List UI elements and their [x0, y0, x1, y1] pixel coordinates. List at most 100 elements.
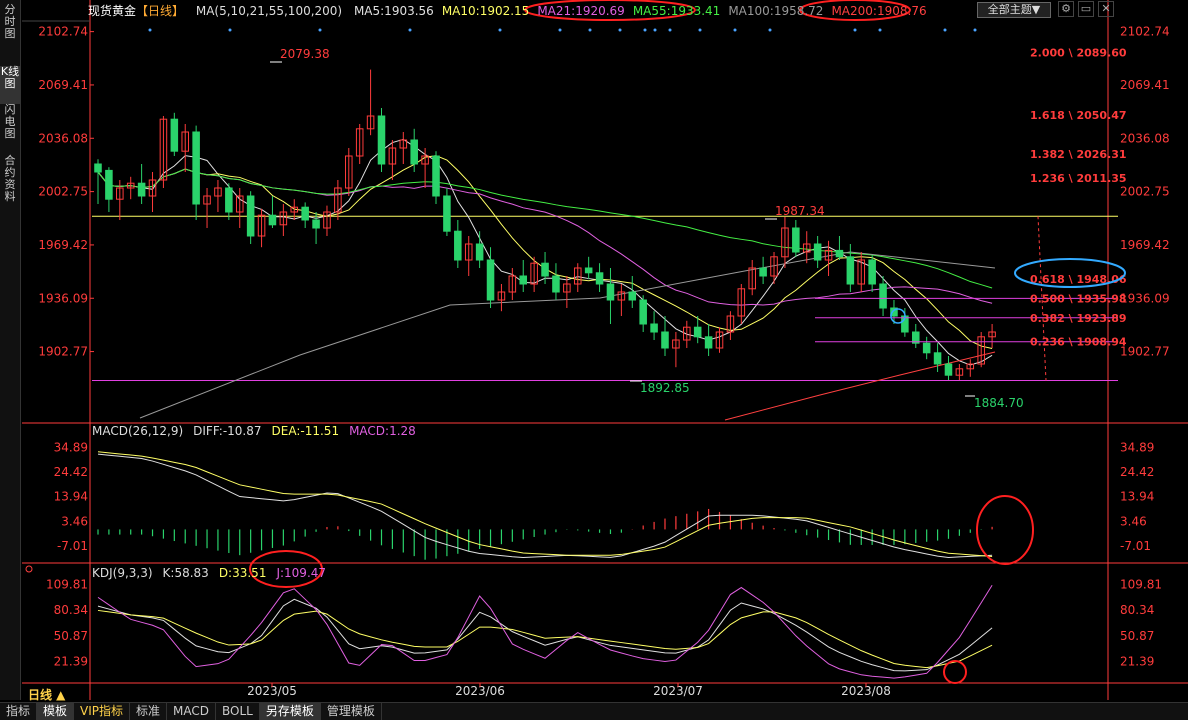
fib-label-5: 0.500 \ 1935.98 — [1030, 292, 1127, 305]
price-tick-right-5: 1936.09 — [1120, 291, 1170, 305]
annot-high: 2079.38 — [280, 47, 330, 61]
candle-body-69 — [846, 256, 855, 285]
bottom-toolbar: 指标 模板 VIP指标 标准 MACD BOLL 另存模板 管理模板 — [0, 702, 1188, 720]
candle-body-76 — [922, 342, 931, 354]
bottom-tab-save-template[interactable]: 另存模板 — [259, 703, 321, 720]
macd-tick-left-3: 3.46 — [61, 514, 88, 528]
ma-value-1: MA10:1902.15 — [441, 4, 530, 18]
macd-tick-left-0: 34.89 — [54, 440, 88, 454]
event-dot-10 — [668, 28, 672, 32]
tab-timeshare[interactable]: 分时图 — [0, 4, 20, 42]
price-tick-right-3: 2002.75 — [1120, 185, 1170, 199]
bottom-tab-vip[interactable]: VIP指标 — [74, 703, 131, 720]
candle-body-47 — [606, 283, 615, 301]
event-dot-12 — [733, 28, 737, 32]
price-tick-right-0: 2102.74 — [1120, 25, 1170, 39]
ma-line-200 — [724, 351, 996, 421]
candle-body-26 — [377, 115, 386, 165]
price-tick-left-0: 2102.74 — [38, 25, 88, 39]
price-tick-left-6: 1902.77 — [38, 345, 88, 359]
bottom-tab-template[interactable]: 模板 — [37, 703, 75, 720]
macd-tick-left-4: -7.01 — [57, 539, 88, 553]
candle-body-50 — [639, 299, 647, 325]
candle-body-33 — [454, 230, 462, 261]
candle-body-19 — [301, 206, 309, 221]
event-dot-1 — [228, 28, 232, 32]
tab-kline[interactable]: K线图 — [0, 66, 20, 104]
price-tick-left-5: 1936.09 — [38, 291, 88, 305]
kdj-j: J:109.47 — [276, 566, 327, 580]
bottom-tab-macd[interactable]: MACD — [167, 703, 217, 720]
event-dot-5 — [558, 28, 562, 32]
candle-body-29 — [410, 139, 418, 165]
close-icon[interactable]: ✕ — [1098, 1, 1114, 17]
ma-value-4: MA100:1958.72 — [728, 4, 824, 18]
candle-body-36 — [486, 259, 495, 301]
event-dot-15 — [878, 28, 882, 32]
kdj-info: KDJ(9,3,3) K:58.83 D:33.51 J:109.47 — [92, 566, 336, 580]
period-tag: 【日线】 — [136, 4, 185, 18]
kdj-marker-icon — [25, 565, 33, 573]
bottom-tab-boll[interactable]: BOLL — [216, 703, 260, 720]
left-tab-strip: 分时图 K线图 闪电图 合约资料 — [0, 0, 21, 700]
macd-diff: DIFF:-10.87 — [193, 424, 262, 438]
macd-tick-right-1: 24.42 — [1120, 465, 1154, 479]
theme-dropdown[interactable]: 全部主题▼ — [977, 2, 1051, 18]
layout-icon[interactable]: ▭ — [1078, 1, 1094, 17]
kdj-tick-left-0: 109.81 — [46, 578, 88, 592]
fib-label-1: 1.618 \ 2050.47 — [1030, 109, 1127, 122]
event-dot-4 — [498, 28, 502, 32]
candle-body-42 — [552, 275, 560, 293]
ma-value-0: MA5:1903.56 — [353, 4, 434, 18]
candle-body-64 — [792, 227, 800, 253]
candle-body-52 — [661, 331, 669, 349]
symbol-name: 现货黄金 — [88, 4, 137, 18]
event-dot-7 — [618, 28, 622, 32]
event-dot-8 — [643, 28, 647, 32]
macd-info: MACD(26,12,9) DIFF:-10.87 DEA:-11.51 MACD:1… — [92, 424, 426, 438]
tab-contract-info[interactable]: 合约资料 — [0, 155, 20, 213]
candle-body-32 — [443, 195, 451, 232]
macd-label: MACD(26,12,9) — [92, 424, 184, 438]
event-dot-11 — [698, 28, 702, 32]
kdj-j-line — [97, 584, 993, 679]
kdj-k-line — [97, 598, 993, 672]
annot-mid-high: 1987.34 — [775, 204, 825, 218]
event-dot-0 — [148, 28, 152, 32]
macd-diff-line — [97, 453, 993, 559]
bottom-tab-standard[interactable]: 标准 — [130, 703, 168, 720]
bottom-tab-manage-template[interactable]: 管理模板 — [321, 703, 382, 720]
macd-tick-left-2: 13.94 — [54, 490, 88, 504]
candle-body-61 — [759, 267, 767, 277]
candle-body-51 — [650, 323, 658, 333]
fib-label-2: 1.382 \ 2026.31 — [1030, 148, 1127, 161]
kdj-label: KDJ(9,3,3) — [92, 566, 153, 580]
macd-dea: DEA:-11.51 — [271, 424, 340, 438]
price-tick-left-4: 1969.42 — [38, 238, 88, 252]
highlight-macd-cross — [976, 495, 1034, 565]
event-dot-9 — [653, 28, 657, 32]
price-tick-left-1: 2069.41 — [38, 78, 88, 92]
period-button[interactable]: 日线 ▲ — [28, 686, 65, 703]
kdj-k: K:58.83 — [162, 566, 209, 580]
kdj-tick-right-0: 109.81 — [1120, 578, 1162, 592]
macd-tick-right-0: 34.89 — [1120, 440, 1154, 454]
candle-body-4 — [137, 182, 146, 197]
event-dot-13 — [768, 28, 772, 32]
tab-flash[interactable]: 闪电图 — [0, 104, 20, 152]
highlight-kdj-low — [943, 660, 967, 684]
candle-body-9 — [192, 131, 200, 205]
annot-low2: 1884.70 — [974, 396, 1024, 410]
price-tick-right-2: 2036.08 — [1120, 131, 1170, 145]
candle-body-46 — [595, 272, 604, 285]
kdj-tick-left-1: 80.34 — [54, 603, 88, 617]
settings-icon[interactable]: ⚙ — [1058, 1, 1074, 17]
candle-body-55 — [693, 326, 702, 338]
candle-body-49 — [628, 291, 637, 301]
event-dot-14 — [853, 28, 857, 32]
bottom-tab-indicator[interactable]: 指标 — [0, 703, 38, 720]
candle-body-78 — [944, 363, 953, 376]
macd-dea-line — [97, 451, 993, 557]
event-dot-2 — [318, 28, 322, 32]
event-dot-3 — [408, 28, 412, 32]
